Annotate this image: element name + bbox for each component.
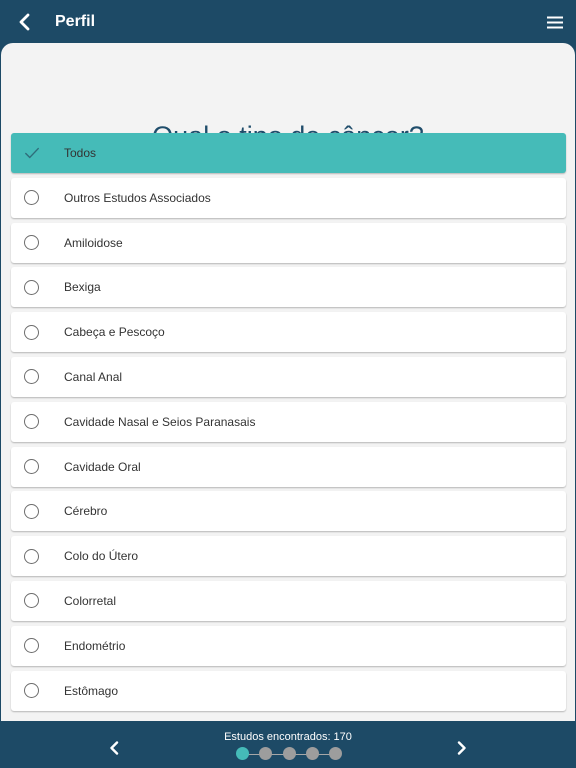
option-item[interactable]: Amiloidose [11, 222, 566, 263]
previous-step-button[interactable] [103, 737, 125, 759]
check-icon [25, 147, 39, 159]
option-label: Cabeça e Pescoço [64, 325, 165, 340]
radio-unchecked-icon [24, 593, 39, 609]
option-item[interactable]: Colo do Útero [11, 536, 566, 577]
bottom-bar: Estudos encontrados: 170 [0, 721, 576, 768]
radio-unchecked-icon [24, 279, 39, 295]
next-step-button[interactable] [451, 737, 473, 759]
step-dot[interactable] [305, 747, 319, 760]
hamburger-menu-icon [547, 16, 563, 28]
option-item[interactable]: Cabeça e Pescoço [11, 312, 566, 353]
page-title: Perfil [55, 13, 96, 30]
option-label: Estômago [64, 683, 119, 698]
step-dot[interactable] [236, 747, 249, 760]
chevron-right-icon [457, 741, 466, 755]
step-indicator [236, 747, 343, 761]
menu-button[interactable] [542, 9, 568, 35]
option-label: Todos [64, 146, 97, 160]
option-item[interactable]: Bexiga [11, 267, 566, 308]
option-item[interactable]: Colorretal [11, 580, 566, 621]
option-item[interactable]: Cérebro [11, 491, 566, 532]
option-label: Endométrio [64, 638, 126, 653]
option-label: Cavidade Oral [64, 459, 141, 474]
option-item[interactable]: Todos [11, 133, 566, 173]
chevron-left-icon [19, 13, 30, 31]
radio-unchecked-icon [24, 369, 39, 385]
option-label: Outros Estudos Associados [64, 190, 211, 205]
option-item[interactable]: Endométrio [11, 625, 566, 666]
option-label: Cavidade Nasal e Seios Paranasais [64, 414, 256, 429]
option-item[interactable]: Estômago [11, 670, 566, 711]
option-label: Amiloidose [64, 235, 123, 250]
option-item[interactable]: Canal Anal [11, 356, 566, 397]
option-label: Bexiga [64, 280, 101, 295]
option-label: Cérebro [64, 504, 108, 519]
radio-unchecked-icon [24, 638, 39, 654]
studies-found-count: Estudos encontrados: 170 [224, 731, 352, 743]
option-item[interactable]: Cavidade Oral [11, 446, 566, 487]
radio-unchecked-icon [24, 235, 39, 251]
content-panel: Qual o tipo de câncer? TodosOutros Estud… [1, 43, 575, 721]
radio-unchecked-icon [24, 459, 39, 475]
step-dot[interactable] [329, 747, 343, 760]
chevron-left-icon [110, 741, 119, 755]
back-button[interactable] [10, 8, 38, 36]
step-dot[interactable] [282, 747, 296, 760]
step-dot[interactable] [259, 747, 273, 760]
radio-unchecked-icon [24, 190, 39, 206]
radio-unchecked-icon [24, 414, 39, 430]
option-item[interactable]: Cavidade Nasal e Seios Paranasais [11, 401, 566, 442]
option-label: Colo do Útero [64, 549, 139, 564]
option-label: Canal Anal [64, 369, 123, 384]
radio-unchecked-icon [24, 503, 39, 519]
radio-unchecked-icon [24, 683, 39, 699]
option-item[interactable]: Outros Estudos Associados [11, 177, 566, 218]
option-label: Colorretal [64, 593, 117, 608]
radio-unchecked-icon [24, 324, 39, 340]
options-list: Todos Outros Estudos Associados Amiloidose… [11, 133, 566, 715]
radio-unchecked-icon [24, 548, 39, 564]
top-app-bar: Perfil [0, 0, 576, 44]
